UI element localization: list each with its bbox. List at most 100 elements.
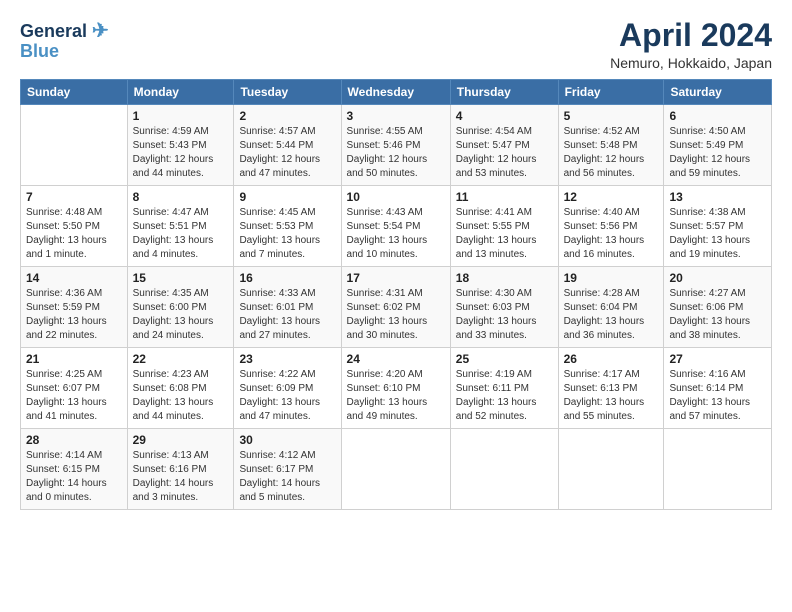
day-number: 29 <box>133 433 229 447</box>
calendar-table: Sunday Monday Tuesday Wednesday Thursday… <box>20 79 772 510</box>
col-thursday: Thursday <box>450 80 558 105</box>
calendar-cell: 8 Sunrise: 4:47 AMSunset: 5:51 PMDayligh… <box>127 186 234 267</box>
calendar-cell: 23 Sunrise: 4:22 AMSunset: 6:09 PMDaylig… <box>234 348 341 429</box>
header-row: Sunday Monday Tuesday Wednesday Thursday… <box>21 80 772 105</box>
calendar-cell: 9 Sunrise: 4:45 AMSunset: 5:53 PMDayligh… <box>234 186 341 267</box>
week-row-4: 28 Sunrise: 4:14 AMSunset: 6:15 PMDaylig… <box>21 429 772 510</box>
day-info: Sunrise: 4:48 AMSunset: 5:50 PMDaylight:… <box>26 207 107 260</box>
calendar-cell: 24 Sunrise: 4:20 AMSunset: 6:10 PMDaylig… <box>341 348 450 429</box>
calendar-cell <box>664 429 772 510</box>
calendar-cell: 14 Sunrise: 4:36 AMSunset: 5:59 PMDaylig… <box>21 267 128 348</box>
calendar-cell: 29 Sunrise: 4:13 AMSunset: 6:16 PMDaylig… <box>127 429 234 510</box>
day-number: 22 <box>133 352 229 366</box>
logo-bird-icon: ✈ <box>92 20 109 42</box>
day-number: 24 <box>347 352 445 366</box>
day-info: Sunrise: 4:43 AMSunset: 5:54 PMDaylight:… <box>347 207 428 260</box>
calendar-cell <box>450 429 558 510</box>
day-info: Sunrise: 4:25 AMSunset: 6:07 PMDaylight:… <box>26 369 107 422</box>
calendar-cell: 15 Sunrise: 4:35 AMSunset: 6:00 PMDaylig… <box>127 267 234 348</box>
calendar-cell: 3 Sunrise: 4:55 AMSunset: 5:46 PMDayligh… <box>341 105 450 186</box>
col-saturday: Saturday <box>664 80 772 105</box>
calendar-title: April 2024 <box>610 18 772 53</box>
page-container: General ✈ Blue April 2024 Nemuro, Hokkai… <box>0 0 792 520</box>
week-row-0: 1 Sunrise: 4:59 AMSunset: 5:43 PMDayligh… <box>21 105 772 186</box>
day-number: 7 <box>26 190 122 204</box>
day-number: 27 <box>669 352 766 366</box>
header: General ✈ Blue April 2024 Nemuro, Hokkai… <box>20 18 772 71</box>
calendar-subtitle: Nemuro, Hokkaido, Japan <box>610 55 772 71</box>
day-number: 6 <box>669 109 766 123</box>
day-info: Sunrise: 4:36 AMSunset: 5:59 PMDaylight:… <box>26 288 107 341</box>
day-number: 25 <box>456 352 553 366</box>
day-info: Sunrise: 4:55 AMSunset: 5:46 PMDaylight:… <box>347 126 428 179</box>
day-number: 3 <box>347 109 445 123</box>
day-number: 17 <box>347 271 445 285</box>
day-info: Sunrise: 4:27 AMSunset: 6:06 PMDaylight:… <box>669 288 750 341</box>
day-number: 26 <box>564 352 659 366</box>
day-number: 5 <box>564 109 659 123</box>
calendar-cell: 11 Sunrise: 4:41 AMSunset: 5:55 PMDaylig… <box>450 186 558 267</box>
day-number: 11 <box>456 190 553 204</box>
day-number: 15 <box>133 271 229 285</box>
day-number: 16 <box>239 271 335 285</box>
day-info: Sunrise: 4:23 AMSunset: 6:08 PMDaylight:… <box>133 369 214 422</box>
calendar-cell <box>21 105 128 186</box>
day-number: 19 <box>564 271 659 285</box>
day-number: 12 <box>564 190 659 204</box>
title-block: April 2024 Nemuro, Hokkaido, Japan <box>610 18 772 71</box>
day-number: 21 <box>26 352 122 366</box>
day-number: 28 <box>26 433 122 447</box>
day-number: 4 <box>456 109 553 123</box>
day-info: Sunrise: 4:50 AMSunset: 5:49 PMDaylight:… <box>669 126 750 179</box>
day-number: 30 <box>239 433 335 447</box>
calendar-cell: 16 Sunrise: 4:33 AMSunset: 6:01 PMDaylig… <box>234 267 341 348</box>
week-row-3: 21 Sunrise: 4:25 AMSunset: 6:07 PMDaylig… <box>21 348 772 429</box>
col-monday: Monday <box>127 80 234 105</box>
logo-blue-text: Blue <box>20 41 59 62</box>
day-info: Sunrise: 4:20 AMSunset: 6:10 PMDaylight:… <box>347 369 428 422</box>
day-info: Sunrise: 4:38 AMSunset: 5:57 PMDaylight:… <box>669 207 750 260</box>
calendar-cell: 12 Sunrise: 4:40 AMSunset: 5:56 PMDaylig… <box>558 186 664 267</box>
calendar-cell: 18 Sunrise: 4:30 AMSunset: 6:03 PMDaylig… <box>450 267 558 348</box>
day-number: 18 <box>456 271 553 285</box>
day-info: Sunrise: 4:19 AMSunset: 6:11 PMDaylight:… <box>456 369 537 422</box>
calendar-cell <box>558 429 664 510</box>
day-info: Sunrise: 4:28 AMSunset: 6:04 PMDaylight:… <box>564 288 645 341</box>
calendar-cell: 20 Sunrise: 4:27 AMSunset: 6:06 PMDaylig… <box>664 267 772 348</box>
week-row-1: 7 Sunrise: 4:48 AMSunset: 5:50 PMDayligh… <box>21 186 772 267</box>
col-tuesday: Tuesday <box>234 80 341 105</box>
day-number: 23 <box>239 352 335 366</box>
day-number: 9 <box>239 190 335 204</box>
calendar-cell: 19 Sunrise: 4:28 AMSunset: 6:04 PMDaylig… <box>558 267 664 348</box>
calendar-cell: 10 Sunrise: 4:43 AMSunset: 5:54 PMDaylig… <box>341 186 450 267</box>
day-info: Sunrise: 4:12 AMSunset: 6:17 PMDaylight:… <box>239 450 320 503</box>
col-sunday: Sunday <box>21 80 128 105</box>
day-number: 1 <box>133 109 229 123</box>
calendar-cell: 21 Sunrise: 4:25 AMSunset: 6:07 PMDaylig… <box>21 348 128 429</box>
day-number: 14 <box>26 271 122 285</box>
calendar-cell: 25 Sunrise: 4:19 AMSunset: 6:11 PMDaylig… <box>450 348 558 429</box>
week-row-2: 14 Sunrise: 4:36 AMSunset: 5:59 PMDaylig… <box>21 267 772 348</box>
col-wednesday: Wednesday <box>341 80 450 105</box>
calendar-cell: 28 Sunrise: 4:14 AMSunset: 6:15 PMDaylig… <box>21 429 128 510</box>
day-number: 8 <box>133 190 229 204</box>
day-info: Sunrise: 4:31 AMSunset: 6:02 PMDaylight:… <box>347 288 428 341</box>
day-number: 20 <box>669 271 766 285</box>
calendar-cell: 5 Sunrise: 4:52 AMSunset: 5:48 PMDayligh… <box>558 105 664 186</box>
day-info: Sunrise: 4:40 AMSunset: 5:56 PMDaylight:… <box>564 207 645 260</box>
calendar-cell: 22 Sunrise: 4:23 AMSunset: 6:08 PMDaylig… <box>127 348 234 429</box>
day-info: Sunrise: 4:52 AMSunset: 5:48 PMDaylight:… <box>564 126 645 179</box>
calendar-cell: 7 Sunrise: 4:48 AMSunset: 5:50 PMDayligh… <box>21 186 128 267</box>
day-info: Sunrise: 4:13 AMSunset: 6:16 PMDaylight:… <box>133 450 214 503</box>
day-info: Sunrise: 4:14 AMSunset: 6:15 PMDaylight:… <box>26 450 107 503</box>
day-number: 10 <box>347 190 445 204</box>
logo-general-text: General ✈ <box>20 18 109 43</box>
calendar-cell: 13 Sunrise: 4:38 AMSunset: 5:57 PMDaylig… <box>664 186 772 267</box>
day-info: Sunrise: 4:30 AMSunset: 6:03 PMDaylight:… <box>456 288 537 341</box>
day-info: Sunrise: 4:57 AMSunset: 5:44 PMDaylight:… <box>239 126 320 179</box>
day-info: Sunrise: 4:17 AMSunset: 6:13 PMDaylight:… <box>564 369 645 422</box>
day-info: Sunrise: 4:35 AMSunset: 6:00 PMDaylight:… <box>133 288 214 341</box>
calendar-cell: 30 Sunrise: 4:12 AMSunset: 6:17 PMDaylig… <box>234 429 341 510</box>
calendar-cell: 17 Sunrise: 4:31 AMSunset: 6:02 PMDaylig… <box>341 267 450 348</box>
calendar-cell <box>341 429 450 510</box>
